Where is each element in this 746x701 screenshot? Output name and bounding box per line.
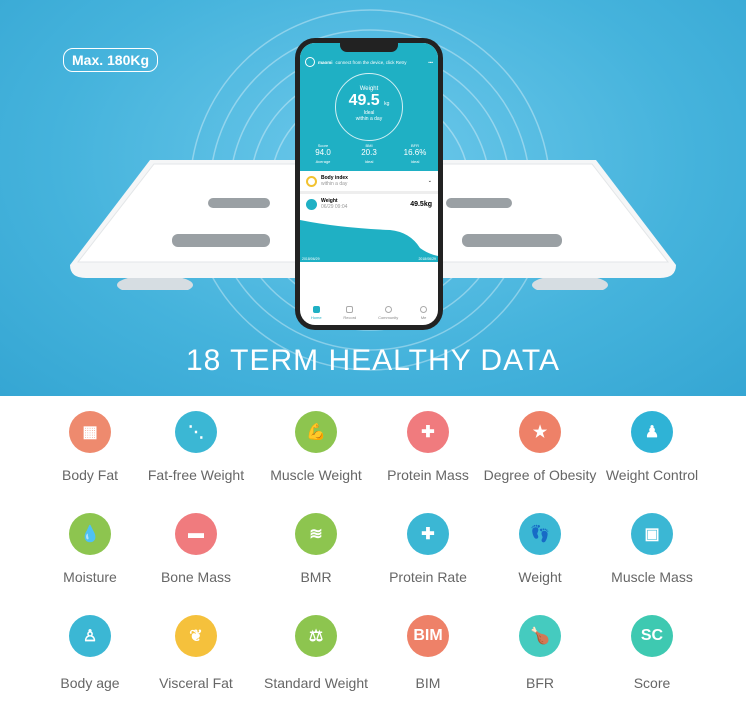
metric-item: SC Score bbox=[587, 615, 717, 691]
nav-record[interactable]: Record bbox=[343, 306, 356, 325]
bim-text-icon: BIM bbox=[407, 615, 449, 657]
metric-label: Fat-free Weight bbox=[147, 467, 245, 483]
body-index-icon bbox=[306, 175, 317, 187]
metric-label: Bone Mass bbox=[160, 569, 232, 585]
gauge-value: 49.5 bbox=[348, 92, 380, 109]
bone-icon: ▬ bbox=[175, 513, 217, 555]
metric-label: BIM bbox=[415, 675, 441, 691]
avatar[interactable] bbox=[305, 57, 315, 67]
metric-item: BIM BIM bbox=[363, 615, 493, 691]
protein-cross-icon: ✚ bbox=[407, 411, 449, 453]
stars-podium-icon: ★ bbox=[519, 411, 561, 453]
chevron-down-icon[interactable]: ⌄ bbox=[428, 178, 432, 184]
stat-score: Score 94.0 Average bbox=[315, 143, 331, 164]
banner-title: 18 TERM HEALTHY DATA bbox=[186, 344, 560, 377]
metric-label: Protein Mass bbox=[387, 467, 469, 483]
metric-item: ≋ BMR bbox=[251, 513, 381, 585]
metric-item: ❦ Visceral Fat bbox=[131, 615, 261, 691]
metric-item: ★ Degree of Obesity bbox=[475, 411, 605, 483]
metric-label: Muscle Weight bbox=[270, 467, 362, 483]
metric-item: ⚖ Standard Weight bbox=[251, 615, 381, 691]
metric-label: Muscle Mass bbox=[611, 569, 693, 585]
metric-label: BFR bbox=[526, 675, 554, 691]
sc-text-icon: SC bbox=[631, 615, 673, 657]
metric-item: ⋱ Fat-free Weight bbox=[131, 411, 261, 483]
weight-card-icon bbox=[306, 198, 317, 210]
metric-item: ▣ Muscle Mass bbox=[587, 513, 717, 585]
max-weight-badge: Max. 180Kg bbox=[63, 48, 159, 72]
fat-cells-icon: ▦ bbox=[69, 411, 111, 453]
metric-item: 💪 Muscle Weight bbox=[251, 411, 381, 483]
water-drop-icon: 💧 bbox=[69, 513, 111, 555]
app-screen: maomi connect from the device, click Retr… bbox=[300, 43, 438, 325]
gauge-unit: kg bbox=[384, 101, 390, 107]
protein-cross-icon: ✚ bbox=[407, 513, 449, 555]
nav-community[interactable]: Community bbox=[378, 306, 398, 325]
hero-banner: Max. 180Kg maomi connect from the device,… bbox=[0, 0, 746, 396]
metric-item: ♟ Weight Control bbox=[587, 411, 717, 483]
heat-waves-icon: ≋ bbox=[295, 513, 337, 555]
nav-home[interactable]: Home bbox=[311, 306, 322, 325]
metric-label: BMR bbox=[300, 569, 332, 585]
metric-item: 🍗 BFR bbox=[475, 615, 605, 691]
metric-label: Weight bbox=[518, 569, 562, 585]
muscle-arm-icon: 💪 bbox=[295, 411, 337, 453]
weight-gauge: Weight 49.5 kg Ideal within a day bbox=[335, 73, 403, 141]
metric-label: Protein Rate bbox=[389, 569, 467, 585]
metric-item: ▬ Bone Mass bbox=[131, 513, 261, 585]
metric-label: Standard Weight bbox=[263, 675, 369, 691]
weight-trend-chart: 2018/06/29 2018/06/29 bbox=[300, 214, 438, 262]
smartphone: maomi connect from the device, click Retr… bbox=[295, 38, 443, 330]
weight-card-value: 49.5kg bbox=[410, 200, 432, 208]
metric-label: Degree of Obesity bbox=[483, 467, 597, 483]
metric-item: 👣 Weight bbox=[475, 513, 605, 585]
weight-card[interactable]: Weight 06/29 09:04 49.5kg bbox=[300, 194, 438, 214]
metric-label: Visceral Fat bbox=[159, 675, 233, 691]
roast-chicken-icon: 🍗 bbox=[519, 615, 561, 657]
lungs-icon: ❦ bbox=[175, 615, 217, 657]
torso-muscle-icon: ▣ bbox=[631, 513, 673, 555]
metric-item: ✚ Protein Mass bbox=[363, 411, 493, 483]
connect-message[interactable]: connect from the device, click Retry bbox=[336, 60, 407, 65]
stat-bfr: BFR 16.6% Ideal bbox=[403, 143, 427, 164]
metric-label: Score bbox=[633, 675, 671, 691]
body-shape-icon: ♟ bbox=[631, 411, 673, 453]
more-menu-icon[interactable]: ••• bbox=[428, 60, 433, 65]
metric-item: ✚ Protein Rate bbox=[363, 513, 493, 585]
footprints-icon: 👣 bbox=[519, 513, 561, 555]
stat-bmi: BMI 20.3 Ideal bbox=[361, 143, 377, 164]
person-icon: ♙ bbox=[69, 615, 111, 657]
scale-icon: ⚖ bbox=[295, 615, 337, 657]
body-index-card[interactable]: Body index within a day ⌄ bbox=[300, 171, 438, 194]
gauge-sub: within a day bbox=[355, 116, 383, 122]
spine-icon: ⋱ bbox=[175, 411, 217, 453]
nav-me[interactable]: Me bbox=[420, 306, 428, 325]
metric-label: Weight Control bbox=[605, 467, 699, 483]
brand: maomi bbox=[318, 59, 333, 65]
bottom-nav: Home Record Community Me bbox=[300, 303, 438, 325]
